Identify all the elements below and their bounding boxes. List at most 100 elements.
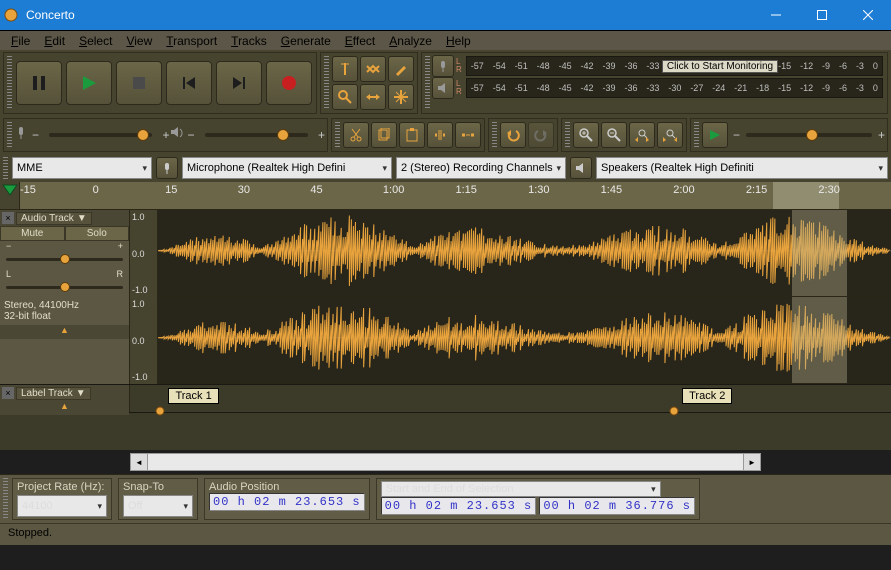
waveform-channel-right[interactable] — [158, 297, 891, 384]
recording-volume-slider[interactable] — [49, 133, 152, 137]
snap-to-combo[interactable]: Off — [123, 495, 193, 517]
toolbar-row-2: − + − + − + — [0, 116, 891, 154]
menu-file[interactable]: File — [4, 34, 37, 48]
maximize-button[interactable] — [799, 0, 845, 30]
gain-slider[interactable] — [6, 253, 123, 267]
playback-volume-slider[interactable] — [205, 133, 308, 137]
record-button[interactable] — [266, 61, 312, 105]
track-menu-dropdown[interactable]: Audio Track▼ — [16, 212, 92, 225]
timeline-corner — [0, 182, 20, 209]
redo-button[interactable] — [528, 122, 554, 148]
track-menu-dropdown[interactable]: Label Track▼ — [16, 387, 91, 400]
menu-transport[interactable]: Transport — [159, 34, 224, 48]
play-speed-toolbar: − + — [690, 118, 888, 152]
trim-button[interactable] — [427, 122, 453, 148]
skip-start-button[interactable] — [166, 61, 212, 105]
menu-bar: FileEditSelectViewTransportTracksGenerat… — [0, 30, 891, 50]
pan-slider[interactable] — [6, 281, 123, 295]
window-title: Concerto — [22, 8, 753, 22]
horizontal-scrollbar[interactable] — [130, 453, 761, 471]
audio-host-combo[interactable]: MME — [12, 157, 152, 179]
menu-view[interactable]: View — [119, 34, 159, 48]
copy-button[interactable] — [371, 122, 397, 148]
zoom-out-button[interactable] — [601, 122, 627, 148]
minimize-button[interactable] — [753, 0, 799, 30]
grip-icon[interactable] — [565, 122, 570, 148]
grip-icon[interactable] — [3, 478, 8, 520]
track-label[interactable]: Track 1 — [168, 388, 218, 404]
draw-tool-button[interactable] — [388, 56, 414, 82]
grip-icon[interactable] — [7, 122, 12, 148]
menu-effect[interactable]: Effect — [338, 34, 382, 48]
recording-meter[interactable]: -57-54-51-48-45-42-39-36-33-30-27-24-21-… — [466, 56, 883, 76]
speaker-icon — [170, 126, 184, 145]
meter-click-prompt[interactable]: Click to Start Monitoring — [662, 60, 778, 73]
track-collapse-button[interactable]: ▲ — [0, 325, 129, 339]
track-close-button[interactable]: × — [2, 387, 14, 399]
close-button[interactable] — [845, 0, 891, 30]
play-button[interactable] — [66, 61, 112, 105]
silence-button[interactable] — [455, 122, 481, 148]
label-marker-icon[interactable] — [154, 403, 166, 413]
envelope-tool-button[interactable] — [360, 56, 386, 82]
audio-position-display[interactable]: 00 h 02 m 23.653 s — [209, 493, 365, 511]
pause-button[interactable] — [16, 61, 62, 105]
waveform-area[interactable]: 1.00.0-1.0 1.00.0-1.0 — [130, 210, 891, 384]
solo-button[interactable]: Solo — [65, 226, 130, 241]
play-at-speed-button[interactable] — [702, 122, 728, 148]
mic-meter-icon[interactable] — [432, 55, 454, 77]
mic-icon — [156, 157, 178, 179]
selection-mode-combo[interactable]: Start and End of Selection — [381, 481, 661, 497]
multi-tool-button[interactable] — [388, 84, 414, 110]
cut-button[interactable] — [343, 122, 369, 148]
zoom-in-button[interactable] — [573, 122, 599, 148]
stop-button[interactable] — [116, 61, 162, 105]
grip-icon[interactable] — [425, 56, 430, 110]
waveform-channel-left[interactable] — [158, 210, 891, 297]
menu-help[interactable]: Help — [439, 34, 478, 48]
fit-selection-button[interactable] — [629, 122, 655, 148]
playback-device-combo[interactable]: Speakers (Realtek High Definiti — [596, 157, 888, 179]
recording-device-combo[interactable]: Microphone (Realtek High Defini — [182, 157, 392, 179]
label-area[interactable]: Track 1 Track 2 — [130, 385, 891, 412]
menu-generate[interactable]: Generate — [274, 34, 338, 48]
skip-end-button[interactable] — [216, 61, 262, 105]
meter-toolbar: LR -57-54-51-48-45-42-39-36-33-30-27-24-… — [421, 52, 888, 114]
menu-tracks[interactable]: Tracks — [224, 34, 274, 48]
playback-meter[interactable]: -57-54-51-48-45-42-39-36-33-30-27-24-21-… — [466, 78, 883, 98]
menu-select[interactable]: Select — [72, 34, 119, 48]
selection-toolbar: Project Rate (Hz): 44100 Snap-To Off Aud… — [0, 474, 891, 523]
grip-icon[interactable] — [492, 122, 497, 148]
undo-button[interactable] — [500, 122, 526, 148]
menu-edit[interactable]: Edit — [37, 34, 72, 48]
track-label[interactable]: Track 2 — [682, 388, 732, 404]
recording-channels-combo[interactable]: 2 (Stereo) Recording Channels — [396, 157, 566, 179]
mute-button[interactable]: Mute — [0, 226, 65, 241]
toolbar-row-1: LR -57-54-51-48-45-42-39-36-33-30-27-24-… — [0, 50, 891, 116]
track-collapse-button[interactable]: ▲ — [0, 401, 129, 415]
project-rate-combo[interactable]: 44100 — [17, 495, 107, 517]
zoom-tool-button[interactable] — [332, 84, 358, 110]
speaker-meter-icon[interactable] — [432, 77, 454, 99]
minus-label: − — [733, 128, 740, 142]
l-label: L — [6, 269, 11, 279]
grip-icon[interactable] — [324, 56, 329, 110]
grip-icon[interactable] — [3, 157, 8, 179]
grip-icon[interactable] — [7, 56, 12, 110]
timeshift-tool-button[interactable] — [360, 84, 386, 110]
selection-end-display[interactable]: 00 h 02 m 36.776 s — [539, 497, 695, 515]
paste-button[interactable] — [399, 122, 425, 148]
grip-icon[interactable] — [335, 122, 340, 148]
lr-label: LR — [454, 80, 464, 96]
selection-start-display[interactable]: 00 h 02 m 23.653 s — [381, 497, 537, 515]
timeline-ruler[interactable]: -1501530451:001:151:301:452:002:152:302:… — [0, 182, 891, 210]
grip-icon[interactable] — [694, 122, 699, 148]
fit-project-button[interactable] — [657, 122, 683, 148]
selection-tool-button[interactable] — [332, 56, 358, 82]
track-close-button[interactable]: × — [2, 212, 14, 224]
label-marker-icon[interactable] — [668, 403, 680, 413]
snap-to-label: Snap-To — [123, 481, 193, 495]
track-control-panel: × Audio Track▼ Mute Solo −+ LR Stereo, 4… — [0, 210, 130, 384]
playback-speed-slider[interactable] — [746, 133, 872, 137]
menu-analyze[interactable]: Analyze — [382, 34, 439, 48]
